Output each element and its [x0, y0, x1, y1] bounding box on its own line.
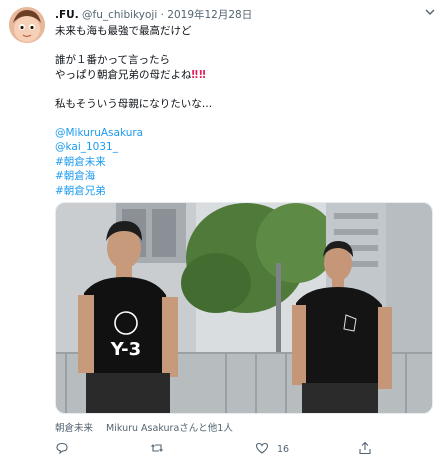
tweet-text: 未来も海も最強で最高だけど 誰が１番かって言ったら やっぱり朝倉兄弟の母だよね‼… [55, 24, 435, 198]
retweet-icon [150, 440, 164, 459]
photo-tag[interactable]: 朝倉未来 [55, 423, 93, 434]
tweet-text-blank [55, 82, 435, 97]
tweet-text-blank [55, 39, 435, 54]
like-button[interactable]: 16 [255, 440, 289, 458]
tweet-text-line: やっぱり朝倉兄弟の母だよね‼︎‼︎ [55, 68, 435, 83]
tweet-header: .FU. @fu_chibikyoji · 2019年12月28日 [55, 7, 252, 22]
mention-link[interactable]: @kai_1031_ [55, 140, 435, 155]
tweet-text-fragment: やっぱり朝倉兄弟の母だよね [55, 68, 192, 81]
tweet-text-line: 未来も海も最強で最高だけど [55, 25, 192, 37]
tweet-text-line: 私もそういう母親になりたいな… [55, 97, 213, 110]
tweet-photo[interactable]: Y-3 [55, 202, 433, 414]
share-icon [358, 440, 372, 459]
user-handle[interactable]: @fu_chibikyoji [82, 9, 157, 21]
hashtag-link[interactable]: #朝倉兄弟 [55, 184, 435, 199]
like-count: 16 [277, 443, 290, 455]
shirt-text: Y-3 [110, 339, 141, 360]
share-button[interactable] [358, 440, 380, 458]
photo-tag[interactable]: Mikuru Asakuraさんと他1人 [106, 423, 233, 434]
hashtag-link[interactable]: #朝倉未来 [55, 155, 435, 170]
reply-button[interactable] [55, 440, 77, 458]
hashtag-link[interactable]: #朝倉海 [55, 169, 435, 184]
display-name[interactable]: .FU. [55, 9, 79, 21]
avatar[interactable] [9, 7, 45, 43]
retweet-button[interactable] [150, 440, 172, 458]
tweet: .FU. @fu_chibikyoji · 2019年12月28日 未来も海も最… [0, 0, 448, 463]
chevron-down-icon[interactable] [424, 6, 436, 21]
tweet-text-line: 誰が１番かって言ったら [55, 54, 170, 66]
tweet-date[interactable]: 2019年12月28日 [167, 9, 252, 21]
reply-icon [55, 440, 69, 459]
like-icon [255, 440, 269, 459]
tweet-text-blank [55, 111, 435, 126]
separator: · [160, 9, 164, 21]
exclamation-emoji: ‼︎‼︎ [191, 68, 207, 81]
mention-link[interactable]: @MikuruAsakura [55, 126, 435, 141]
tweet-actions: 16 [50, 440, 390, 458]
photo-tags: 朝倉未来 Mikuru Asakuraさんと他1人 [55, 420, 243, 434]
